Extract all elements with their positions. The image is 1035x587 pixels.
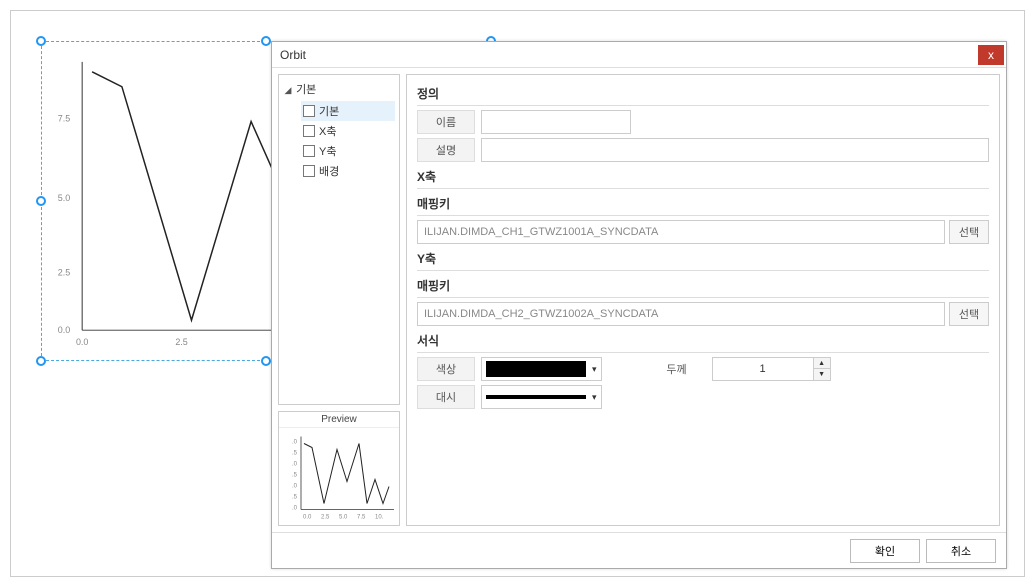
x-mapping-value: ILIJAN.DIMDA_CH1_GTWZ1001A_SYNCDATA: [424, 226, 658, 238]
checkbox[interactable]: [303, 125, 315, 137]
tree-view[interactable]: ◢ 기본 기본 X축 Y축: [278, 74, 400, 405]
dash-combo[interactable]: ▾: [481, 385, 602, 409]
preview-title: Preview: [279, 412, 399, 428]
svg-text:5.0: 5.0: [339, 515, 348, 521]
checkbox[interactable]: [303, 145, 315, 157]
svg-text:0.0: 0.0: [76, 337, 88, 347]
section-yaxis: Y축: [417, 250, 989, 271]
x-select-button[interactable]: 선택: [949, 220, 989, 244]
svg-text:0.0: 0.0: [58, 325, 70, 335]
y-mapping-value: ILIJAN.DIMDA_CH2_GTWZ1002A_SYNCDATA: [424, 308, 658, 320]
tree-item-label: 배경: [319, 163, 339, 179]
tree-item-label: X축: [319, 123, 336, 139]
section-format: 서식: [417, 332, 989, 353]
svg-text:.5: .5: [292, 495, 298, 501]
dialog-title: Orbit: [280, 48, 978, 62]
svg-text:7.5: 7.5: [58, 114, 70, 124]
tree-collapse-icon[interactable]: ◢: [283, 85, 293, 96]
preview-chart: .0 .5 .0 .5 .0 .5 .0 0.0 2.5 5.0 7.5 10.: [279, 428, 399, 525]
properties-panel: 정의 이름 설명 X축 매핑키 ILIJAN.DIMDA_CH1_GTWZ100…: [406, 74, 1000, 526]
resize-handle[interactable]: [261, 356, 271, 366]
name-label: 이름: [417, 110, 475, 134]
svg-text:.0: .0: [292, 462, 298, 468]
svg-text:.5: .5: [292, 473, 298, 479]
tree-item-xaxis[interactable]: X축: [301, 121, 395, 141]
svg-text:2.5: 2.5: [58, 268, 70, 278]
svg-text:2.5: 2.5: [321, 515, 330, 521]
resize-handle[interactable]: [261, 36, 271, 46]
ok-button[interactable]: 확인: [850, 539, 920, 563]
svg-text:5.0: 5.0: [58, 193, 70, 203]
preview-panel: Preview .0 .5 .0 .5 .0 .5 .0 0.0 2.5 5.0: [278, 411, 400, 526]
color-swatch: [486, 361, 586, 377]
thickness-spinner[interactable]: 1 ▲ ▼: [712, 357, 831, 381]
section-mapping-x: 매핑키: [417, 195, 989, 216]
name-input[interactable]: [481, 110, 631, 134]
cancel-button[interactable]: 취소: [926, 539, 996, 563]
tree-item-basic[interactable]: 기본: [301, 101, 395, 121]
desc-input[interactable]: [481, 138, 989, 162]
dialog-body: ◢ 기본 기본 X축 Y축: [272, 68, 1006, 532]
close-button[interactable]: x: [978, 45, 1004, 65]
svg-text:7.5: 7.5: [357, 515, 366, 521]
thickness-value: 1: [713, 363, 813, 375]
spinner-down-icon[interactable]: ▼: [814, 369, 830, 380]
color-combo[interactable]: ▾: [481, 357, 602, 381]
resize-handle[interactable]: [36, 356, 46, 366]
tree-root[interactable]: ◢ 기본: [283, 81, 395, 97]
dash-sample: [486, 395, 586, 399]
thickness-label: 두께: [648, 357, 706, 381]
checkbox[interactable]: [303, 105, 315, 117]
canvas-frame: 7.5 5.0 2.5 0.0 0.0 2.5 5.0 7.5 Orbit x …: [10, 10, 1025, 577]
resize-handle[interactable]: [36, 196, 46, 206]
chevron-down-icon: ▾: [592, 364, 597, 375]
close-icon: x: [988, 48, 994, 62]
section-xaxis: X축: [417, 168, 989, 189]
svg-text:.0: .0: [292, 506, 298, 512]
svg-text:.0: .0: [292, 484, 298, 490]
chevron-down-icon: ▾: [592, 392, 597, 403]
dialog-titlebar[interactable]: Orbit x: [272, 42, 1006, 68]
tree-item-background[interactable]: 배경: [301, 161, 395, 181]
svg-text:10.: 10.: [375, 515, 384, 521]
y-mapping-input[interactable]: ILIJAN.DIMDA_CH2_GTWZ1002A_SYNCDATA: [417, 302, 945, 326]
tree-item-label: 기본: [319, 103, 339, 119]
orbit-dialog: Orbit x ◢ 기본 기본: [271, 41, 1007, 569]
svg-text:.5: .5: [292, 451, 298, 457]
tree-item-label: Y축: [319, 143, 336, 159]
checkbox[interactable]: [303, 165, 315, 177]
svg-text:.0: .0: [292, 440, 298, 446]
desc-label: 설명: [417, 138, 475, 162]
left-panel: ◢ 기본 기본 X축 Y축: [278, 74, 400, 526]
svg-text:0.0: 0.0: [303, 515, 312, 521]
section-mapping-y: 매핑키: [417, 277, 989, 298]
y-select-button[interactable]: 선택: [949, 302, 989, 326]
section-definition: 정의: [417, 85, 989, 106]
color-label: 색상: [417, 357, 475, 381]
x-mapping-input[interactable]: ILIJAN.DIMDA_CH1_GTWZ1001A_SYNCDATA: [417, 220, 945, 244]
tree-root-label: 기본: [296, 84, 316, 96]
svg-text:2.5: 2.5: [175, 337, 187, 347]
spinner-up-icon[interactable]: ▲: [814, 358, 830, 369]
dialog-footer: 확인 취소: [272, 532, 1006, 568]
dash-label: 대시: [417, 385, 475, 409]
resize-handle[interactable]: [36, 36, 46, 46]
tree-item-yaxis[interactable]: Y축: [301, 141, 395, 161]
